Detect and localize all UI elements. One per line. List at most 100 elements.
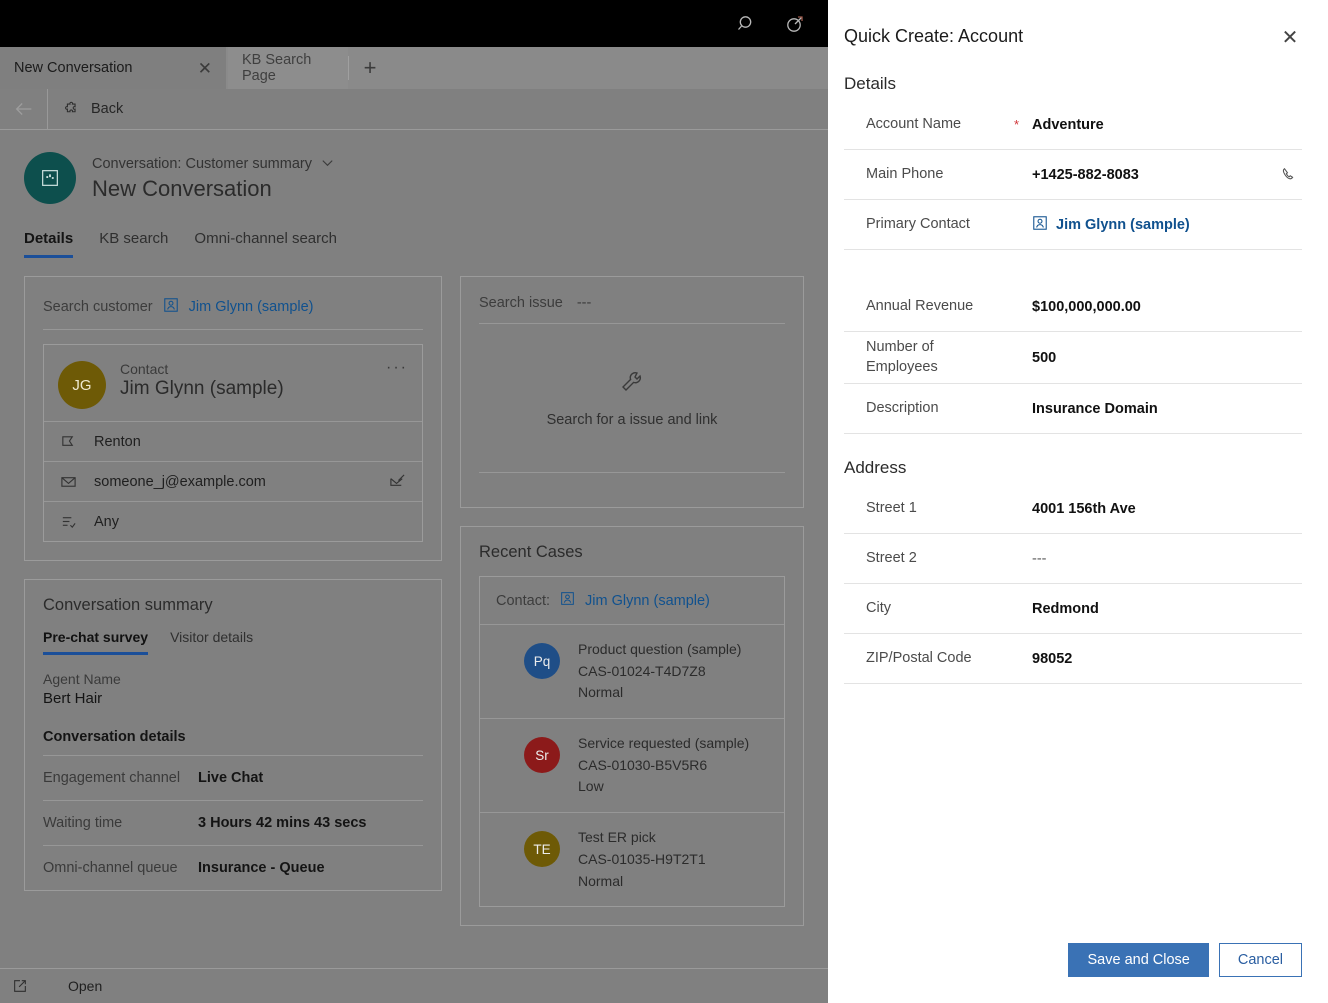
field-main-phone[interactable]: Main Phone +1425-882-8083 [844,150,1302,200]
field-primary-contact[interactable]: Primary Contact Jim Glynn (sample) [844,200,1302,250]
avatar: JG [58,361,106,409]
search-issue-row[interactable]: Search issue --- [461,277,803,323]
section-heading-address: Address [844,458,1302,478]
recent-cases-contact-label: Contact: [496,593,550,609]
field-description[interactable]: Description Insurance Domain [844,384,1302,434]
screen: New Conversation ✕ KB Search Page + [0,0,1328,1003]
phone-icon[interactable] [1280,166,1302,184]
field-number-of-employees[interactable]: Number ofEmployees 500 [844,332,1302,384]
field-account-name[interactable]: Account Name * Adventure [844,100,1302,150]
detail-value: 3 Hours 42 mins 43 secs [198,815,366,831]
detail-label: Engagement channel [43,770,198,786]
field-value[interactable]: --- [1032,551,1302,567]
case-number: CAS-01035-H9T2T1 [578,849,706,871]
status-bar: Open [0,968,828,1003]
contact-name: Jim Glynn (sample) [120,378,284,400]
close-icon[interactable]: ✕ [198,60,212,77]
chevron-down-icon[interactable] [320,155,335,174]
field-value[interactable]: 98052 [1032,651,1302,667]
case-priority: Low [578,776,749,798]
detail-value: Insurance - Queue [198,860,325,876]
contact-row-preference: Any [44,501,422,541]
field-value[interactable]: Adventure [1032,117,1302,133]
field-label: Street 2 [844,549,1014,569]
tab-divider [348,56,349,80]
field-zip-postal-code[interactable]: ZIP/Postal Code 98052 [844,634,1302,684]
field-street-1[interactable]: Street 1 4001 156th Ave [844,484,1302,534]
field-city[interactable]: City Redmond [844,584,1302,634]
field-value[interactable]: Insurance Domain [1032,401,1302,417]
more-options-icon[interactable]: ··· [386,359,408,377]
field-value[interactable]: +1425-882-8083 [1032,167,1280,183]
tab-pre-chat-survey[interactable]: Pre-chat survey [43,629,148,655]
field-value-container[interactable]: Jim Glynn (sample) [1032,215,1302,235]
record-header: Conversation: Customer summary New Conve… [0,130,828,204]
field-value[interactable]: 4001 156th Ave [1032,501,1302,517]
customer-panel: Search customer Jim Glynn (sample) [24,276,442,561]
issue-empty-state: Search for a issue and link [479,323,785,473]
contact-card-header: JG Contact Jim Glynn (sample) ··· [44,345,422,421]
wrench-icon [618,368,646,400]
open-popout-icon[interactable] [12,978,28,994]
page-body: Conversation: Customer summary New Conve… [0,130,828,968]
puzzle-piece-icon [64,99,81,120]
detail-row-omni-channel-queue: Omni-channel queue Insurance - Queue [43,845,423,890]
compose-email-icon[interactable] [389,473,406,490]
conversation-details-heading: Conversation details [25,707,441,755]
list-item[interactable]: Sr Service requested (sample) CAS-01030-… [480,718,784,812]
field-spacer [844,250,1302,282]
quick-create-title: Quick Create: Account [844,26,1023,47]
back-button[interactable]: Back [48,99,123,120]
search-customer-label: Search customer [43,299,153,315]
cancel-button[interactable]: Cancel [1219,943,1302,977]
conversation-summary-title: Conversation summary [25,580,441,615]
conversation-summary-tabs: Pre-chat survey Visitor details [25,615,441,655]
session-tab-strip: New Conversation ✕ KB Search Page + [0,47,828,89]
field-label: Street 1 [844,499,1014,519]
detail-row-waiting-time: Waiting time 3 Hours 42 mins 43 secs [43,800,423,845]
avatar: Pq [524,643,560,679]
form-columns: Search customer Jim Glynn (sample) [0,258,828,926]
status-text: Open [68,978,102,994]
search-customer-value[interactable]: Jim Glynn (sample) [189,299,314,315]
case-title: Service requested (sample) [578,733,749,755]
close-icon[interactable]: ✕ [1278,26,1302,50]
field-value[interactable]: 500 [1032,350,1302,366]
detail-value: Live Chat [198,770,263,786]
agent-name-label: Agent Name [25,655,441,687]
left-column: Search customer Jim Glynn (sample) [24,276,442,926]
recent-cases-list: Contact: Jim Glynn (sample) [479,576,785,907]
search-customer-row[interactable]: Search customer Jim Glynn (sample) [25,277,441,329]
tab-details[interactable]: Details [24,230,73,258]
arrow-left-icon[interactable] [0,89,48,130]
field-annual-revenue[interactable]: Annual Revenue $100,000,000.00 [844,282,1302,332]
field-street-2[interactable]: Street 2 --- [844,534,1302,584]
list-item[interactable]: Pq Product question (sample) CAS-01024-T… [480,624,784,718]
conversation-icon [24,152,76,204]
contact-lookup-icon [1032,215,1048,235]
field-value[interactable]: $100,000,000.00 [1032,299,1302,315]
add-tab-button[interactable]: + [356,47,384,89]
save-and-close-button[interactable]: Save and Close [1068,943,1208,977]
session-tab-kb-search-page[interactable]: KB Search Page [228,47,348,89]
tab-visitor-details[interactable]: Visitor details [170,629,253,655]
recent-cases-contact-value[interactable]: Jim Glynn (sample) [585,593,710,609]
assist-circle-arrow-icon[interactable] [784,13,806,35]
session-tab-label: New Conversation [14,60,132,76]
record-subtitle-row[interactable]: Conversation: Customer summary [92,155,335,174]
case-title: Test ER pick [578,827,706,849]
contact-location-value: Renton [94,434,141,450]
session-tab-label: KB Search Page [242,52,334,84]
recent-cases-contact-row[interactable]: Contact: Jim Glynn (sample) [480,577,784,624]
tab-omni-channel-search[interactable]: Omni-channel search [194,230,337,258]
case-number: CAS-01030-B5V5R6 [578,755,749,777]
tab-kb-search[interactable]: KB search [99,230,168,258]
session-tab-new-conversation[interactable]: New Conversation ✕ [0,47,226,89]
contact-lookup-icon [560,591,575,610]
field-value[interactable]: Redmond [1032,601,1302,617]
section-heading-details: Details [844,74,1302,94]
list-item[interactable]: TE Test ER pick CAS-01035-H9T2T1 Normal [480,812,784,906]
search-icon[interactable] [736,13,758,35]
detail-label: Omni-channel queue [43,860,198,876]
field-label: Description [844,399,1014,419]
